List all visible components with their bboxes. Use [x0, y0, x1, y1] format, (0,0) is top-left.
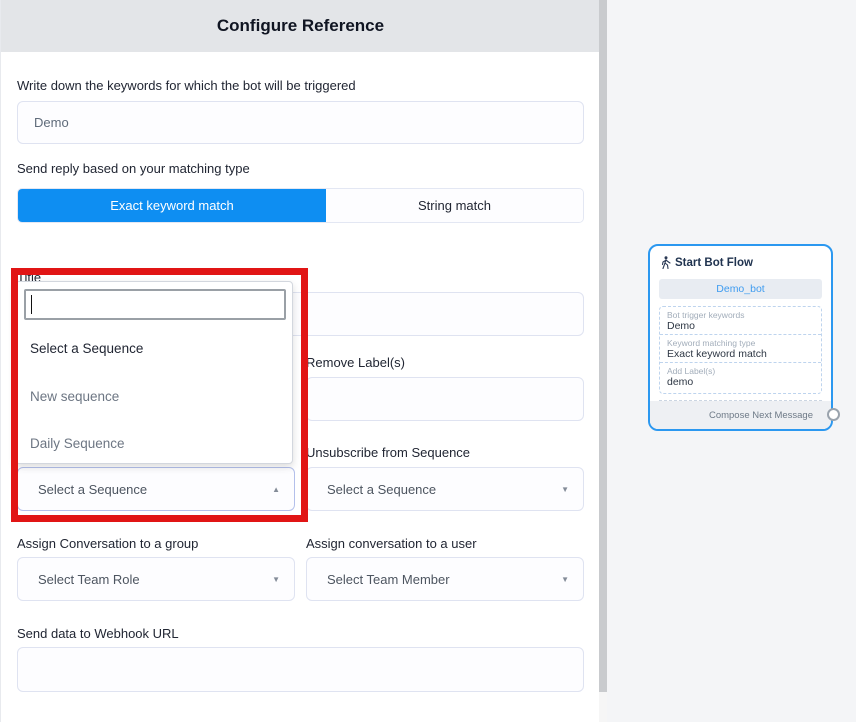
flow-card-header: Start Bot Flow: [660, 256, 753, 269]
bot-name-button[interactable]: Demo_bot: [659, 279, 822, 299]
summary-value: Exact keyword match: [667, 348, 814, 360]
sequence-search-input[interactable]: [24, 289, 286, 320]
assign-user-select[interactable]: Select Team Member ▼: [306, 557, 584, 601]
sequence-dropdown-panel: Select a Sequence New sequence Daily Seq…: [15, 281, 293, 464]
unsubscribe-sequence-value: Select a Sequence: [327, 482, 561, 497]
caret-down-icon: ▼: [561, 575, 569, 584]
flow-card-title: Start Bot Flow: [675, 257, 753, 269]
matching-type-label: Send reply based on your matching type: [17, 161, 250, 176]
dropdown-option-daily-sequence[interactable]: Daily Sequence: [30, 436, 125, 451]
assign-group-select[interactable]: Select Team Role ▼: [17, 557, 295, 601]
matching-type-toggle: Exact keyword match String match: [17, 188, 584, 223]
assign-group-label: Assign Conversation to a group: [17, 536, 198, 551]
unsubscribe-label: Unsubscribe from Sequence: [306, 445, 470, 460]
remove-labels-label: Remove Label(s): [306, 355, 405, 370]
flow-card-footer: Compose Next Message: [650, 401, 831, 429]
assign-user-label: Assign conversation to a user: [306, 536, 477, 551]
connector-handle[interactable]: [827, 408, 840, 421]
compose-next-message-label: Compose Next Message: [709, 410, 813, 421]
summary-label: Add Label(s): [667, 366, 814, 376]
caret-down-icon: ▼: [272, 575, 280, 584]
keywords-input[interactable]: [17, 101, 584, 144]
assign-user-value: Select Team Member: [327, 572, 561, 587]
assign-group-value: Select Team Role: [38, 572, 272, 587]
summary-value: Demo: [667, 320, 814, 332]
configure-panel: Configure Reference Write down the keywo…: [0, 0, 599, 722]
unsubscribe-sequence-select[interactable]: Select a Sequence ▼: [306, 467, 584, 511]
dropdown-option-select-a-sequence[interactable]: Select a Sequence: [30, 341, 143, 356]
keywords-label: Write down the keywords for which the bo…: [17, 78, 356, 93]
dropdown-option-new-sequence[interactable]: New sequence: [30, 389, 119, 404]
subscribe-sequence-select[interactable]: Select a Sequence ▲: [17, 467, 295, 511]
summary-row-trigger-keywords: Bot trigger keywords Demo: [660, 307, 821, 335]
walking-person-icon: [660, 256, 671, 269]
panel-header: Configure Reference: [1, 0, 600, 52]
summary-label: Bot trigger keywords: [667, 310, 814, 320]
summary-label: Keyword matching type: [667, 338, 814, 348]
page-title: Configure Reference: [1, 0, 600, 52]
text-cursor: [31, 295, 32, 314]
summary-row-add-labels: Add Label(s) demo: [660, 363, 821, 390]
remove-labels-input[interactable]: [306, 377, 584, 421]
webhook-input[interactable]: [17, 647, 584, 692]
string-match-button[interactable]: String match: [326, 189, 583, 222]
subscribe-sequence-value: Select a Sequence: [38, 482, 272, 497]
summary-row-matching-type: Keyword matching type Exact keyword matc…: [660, 335, 821, 363]
webhook-label: Send data to Webhook URL: [17, 626, 179, 641]
vertical-scrollbar[interactable]: [599, 0, 607, 722]
start-bot-flow-card[interactable]: Start Bot Flow Demo_bot Bot trigger keyw…: [648, 244, 833, 431]
exact-keyword-match-button[interactable]: Exact keyword match: [18, 189, 326, 222]
flow-summary-box: Bot trigger keywords Demo Keyword matchi…: [659, 306, 822, 394]
flow-preview-panel: Start Bot Flow Demo_bot Bot trigger keyw…: [607, 0, 856, 722]
summary-value: demo: [667, 376, 814, 388]
scrollbar-thumb[interactable]: [599, 0, 607, 692]
configure-reference-screen: Configure Reference Write down the keywo…: [0, 0, 856, 722]
caret-down-icon: ▼: [561, 485, 569, 494]
caret-up-icon: ▲: [272, 485, 280, 494]
